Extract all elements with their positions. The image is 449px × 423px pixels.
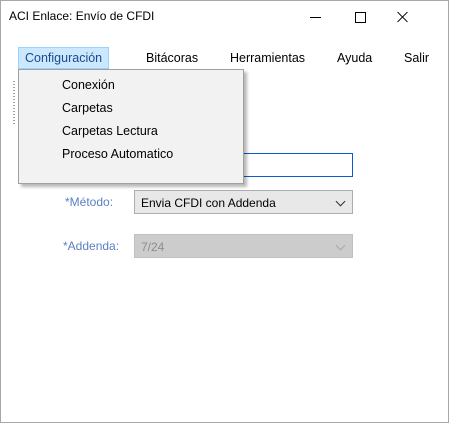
menu-salir[interactable]: Salir (398, 47, 435, 69)
metodo-label: *Método: (65, 195, 114, 209)
chevron-down-icon (335, 196, 346, 207)
toolbar-grip-handle[interactable] (13, 81, 15, 124)
menu-item-carpetas[interactable]: Carpetas (62, 97, 113, 119)
window-title: ACI Enlace: Envío de CFDI (9, 9, 155, 23)
menu-bar: Configuración Bitácoras Herramientas Ayu… (1, 47, 448, 70)
menu-ayuda[interactable]: Ayuda (331, 47, 378, 69)
chevron-down-icon (335, 240, 346, 251)
menu-item-carpetas-lectura[interactable]: Carpetas Lectura (62, 120, 158, 142)
title-bar[interactable]: ACI Enlace: Envío de CFDI (1, 1, 448, 34)
addenda-selected-value: 7/24 (141, 240, 165, 254)
menu-configuracion[interactable]: Configuración (18, 47, 110, 69)
menu-bitacoras[interactable]: Bitácoras (140, 47, 204, 69)
minimize-button[interactable] (293, 1, 337, 33)
menu-item-proceso-automatico[interactable]: Proceso Automatico (62, 143, 173, 165)
close-icon (397, 11, 409, 23)
metodo-select[interactable]: Envia CFDI con Addenda (134, 190, 353, 214)
addenda-label: *Addenda: (63, 239, 120, 253)
minimize-icon (309, 17, 321, 18)
close-button[interactable] (381, 1, 425, 33)
maximize-icon (354, 11, 366, 23)
maximize-button[interactable] (338, 1, 382, 33)
menu-item-conexion[interactable]: Conexión (62, 74, 115, 96)
addenda-select: 7/24 (134, 234, 353, 258)
configuracion-dropdown-menu: Conexión Carpetas Carpetas Lectura Proce… (18, 69, 244, 184)
metodo-selected-value: Envia CFDI con Addenda (141, 196, 276, 210)
app-window: ACI Enlace: Envío de CFDI Configuración … (0, 0, 449, 423)
menu-herramientas[interactable]: Herramientas (224, 47, 311, 69)
